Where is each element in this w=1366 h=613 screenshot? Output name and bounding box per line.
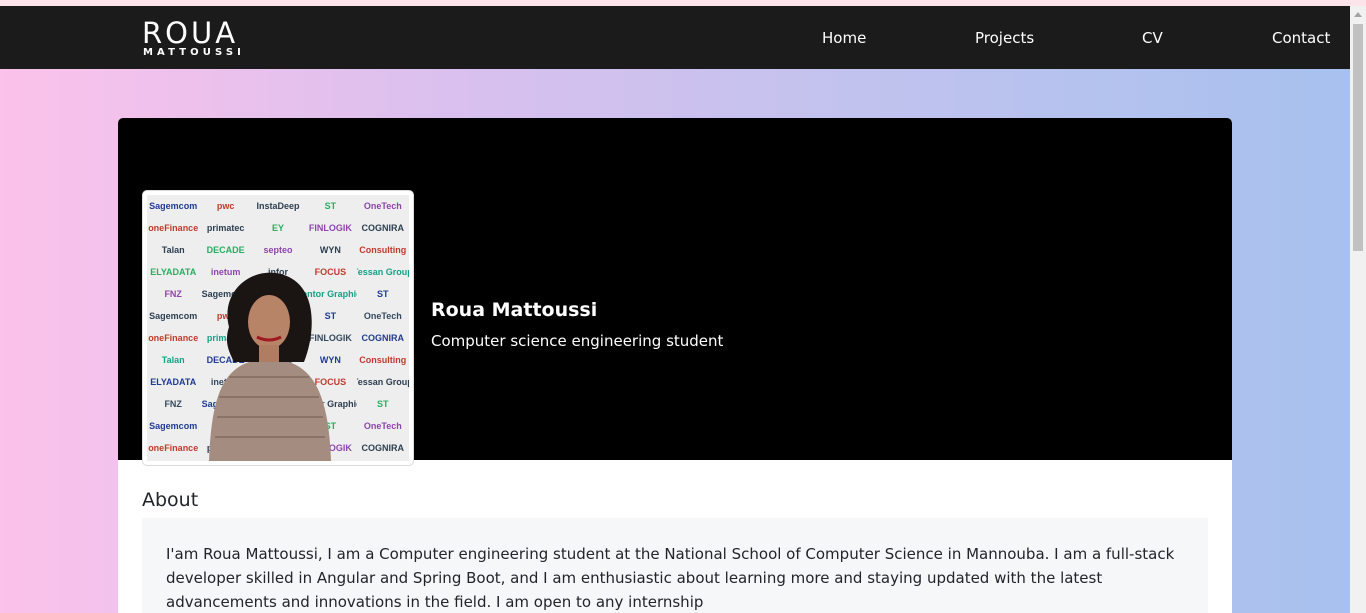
vertical-scrollbar[interactable] — [1350, 6, 1366, 613]
sponsor-logo: Sagemcom — [149, 201, 198, 211]
sponsor-logo: Sagemcom — [149, 421, 198, 431]
sponsor-logo: COGNIRA — [361, 443, 405, 453]
sponsor-logo: OneTech — [363, 421, 402, 431]
brand-name-top: ROUA — [142, 16, 239, 50]
profile-card: Sagemcom pwc InstaDeep ST OneTech oneFinance p… — [118, 118, 1232, 613]
about-heading: About — [142, 489, 199, 511]
sponsor-logo: EY — [271, 223, 284, 233]
scrollbar-thumb[interactable] — [1353, 24, 1363, 251]
sponsor-logo: ELYADATA — [150, 377, 197, 387]
sponsor-logo: OneTech — [363, 201, 402, 211]
sponsor-logo: OneTech — [363, 311, 402, 321]
nav-home-link[interactable]: Home — [822, 28, 866, 48]
sponsor-logo: COGNIRA — [361, 333, 405, 343]
sponsor-logo: Consulting — [359, 355, 407, 365]
sponsor-logo: oneFinance — [148, 443, 199, 453]
sponsor-logo: Sagemcom — [149, 311, 198, 321]
sponsor-logo: WYN — [319, 245, 341, 255]
sponsor-logo: ST — [377, 399, 389, 409]
nav-cv-link[interactable]: CV — [1142, 28, 1163, 48]
profile-photo: Sagemcom pwc InstaDeep ST OneTech oneFinance p… — [142, 190, 414, 466]
sponsor-logo: Consulting — [359, 245, 407, 255]
person-figure — [209, 272, 331, 461]
nav-contact-link[interactable]: Contact — [1272, 28, 1330, 48]
sponsor-logo: pwc — [216, 201, 235, 211]
sponsor-logo: Tessan Group — [357, 267, 409, 277]
brand-logo[interactable]: ROUA MATTOUSSI — [142, 19, 272, 59]
sponsor-logo: ST — [377, 289, 389, 299]
sponsor-logo: Talan — [161, 245, 185, 255]
sponsor-logo: ST — [324, 201, 337, 211]
about-text: I'am Roua Mattoussi, I am a Computer eng… — [166, 545, 1175, 611]
profile-subtitle: Computer science engineering student — [431, 332, 724, 350]
sponsor-logo: DECADE — [206, 245, 245, 255]
sponsor-logo: oneFinance — [148, 223, 199, 233]
nav-projects-link[interactable]: Projects — [975, 28, 1034, 48]
sponsor-logo: InstaDeep — [256, 201, 300, 211]
sponsor-logo: FNZ — [164, 399, 182, 409]
scroll-up-arrow-icon[interactable] — [1354, 12, 1362, 17]
about-box: I'am Roua Mattoussi, I am a Computer eng… — [142, 518, 1208, 613]
navbar: ROUA MATTOUSSI Home Projects CV Contact — [0, 6, 1350, 69]
profile-name: Roua Mattoussi — [431, 299, 598, 321]
sponsor-logo: Tessan Group — [357, 377, 409, 387]
sponsor-logo: oneFinance — [148, 333, 199, 343]
photo-backdrop: Sagemcom pwc InstaDeep ST OneTech oneFinance p… — [147, 195, 409, 461]
sponsor-logo: septeo — [263, 245, 293, 255]
sponsor-logo: FINLOGIK — [308, 223, 352, 233]
sponsor-logo: ELYADATA — [150, 267, 197, 277]
sponsor-logo: FNZ — [164, 289, 182, 299]
sponsor-logo: COGNIRA — [361, 223, 405, 233]
sponsor-logo: Talan — [161, 355, 185, 365]
sponsor-logo: primatec — [206, 223, 245, 233]
brand-name-bottom: MATTOUSSI — [143, 47, 245, 58]
